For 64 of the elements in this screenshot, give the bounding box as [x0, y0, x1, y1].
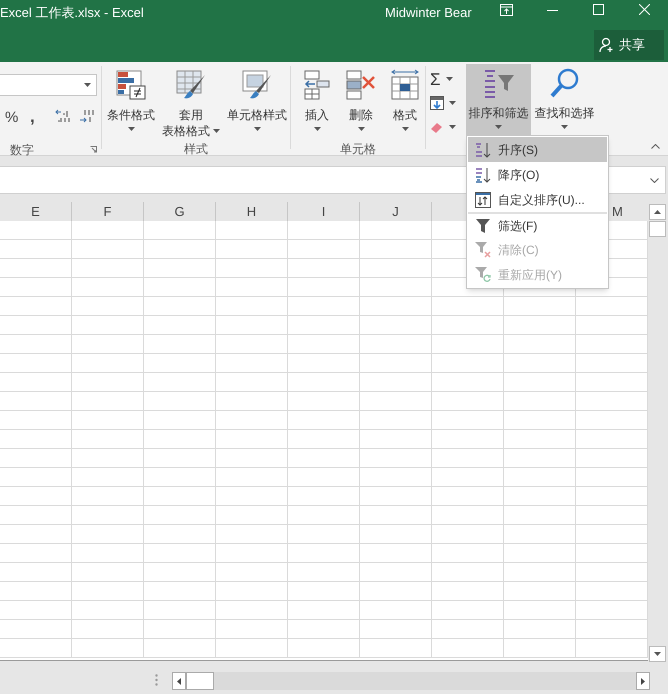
caret-icon	[314, 127, 320, 131]
table-brush-icon	[175, 69, 207, 101]
group-label: 样式	[183, 141, 209, 158]
group-label: 单元格	[339, 141, 377, 158]
ribbon-button[interactable]: 删除	[343, 66, 379, 140]
menu-item[interactable]: 筛选(F)	[468, 212, 607, 237]
format-cells-icon	[390, 69, 420, 101]
caret-icon	[254, 127, 260, 131]
share-button[interactable]: 共享	[594, 30, 664, 60]
ribbon-button[interactable]: 条件格式	[105, 66, 157, 140]
caret-icon	[402, 127, 408, 131]
increase-decimal-icon[interactable]	[55, 109, 71, 123]
scroll-right-icon[interactable]	[641, 678, 645, 684]
menu-item[interactable]: 降序(O)	[468, 162, 607, 187]
delete-cells-icon	[345, 69, 377, 101]
scroll-down-icon[interactable]	[654, 652, 661, 656]
clear-filter-icon	[475, 242, 491, 258]
caret-icon	[449, 101, 456, 105]
reapply-filter-icon	[475, 266, 491, 282]
scroll-thumb[interactable]	[186, 672, 214, 690]
sort-descending-icon	[475, 166, 491, 184]
cell-brush-icon	[241, 69, 273, 101]
caret-icon	[213, 129, 220, 133]
horizontal-scrollbar[interactable]	[172, 672, 650, 690]
filter-icon	[476, 218, 490, 232]
ribbon-button[interactable]: 格式	[387, 66, 423, 140]
fill-down-icon	[430, 96, 444, 110]
custom-sort-icon	[475, 192, 491, 208]
close-icon[interactable]	[639, 4, 650, 15]
autosum-button[interactable]: Σ	[430, 68, 466, 90]
group-label: 数字	[10, 142, 34, 159]
ribbon-button[interactable]: 单元格样式	[225, 66, 289, 140]
sort-ascending-icon	[475, 140, 491, 158]
caret-icon	[449, 125, 456, 129]
maximize-icon[interactable]	[593, 4, 604, 15]
dialog-launcher-icon[interactable]	[90, 146, 97, 153]
decrease-decimal-icon[interactable]	[79, 109, 95, 123]
caret-icon	[358, 127, 364, 131]
percent-button[interactable]: %	[5, 107, 18, 130]
comma-button[interactable]: ,	[30, 104, 35, 130]
scroll-thumb[interactable]	[649, 221, 666, 237]
scroll-left-icon[interactable]	[177, 678, 181, 684]
search-icon	[548, 67, 580, 99]
caret-icon	[446, 77, 453, 81]
eraser-icon	[430, 121, 444, 133]
user-name: Midwinter Bear	[385, 4, 472, 22]
insert-cells-icon	[303, 69, 331, 101]
ribbon-display-icon[interactable]	[500, 4, 513, 16]
collapse-ribbon-icon[interactable]	[651, 144, 660, 149]
caret-icon	[495, 125, 502, 129]
conditional-format-icon	[115, 69, 147, 101]
expand-icon	[650, 178, 659, 182]
ribbon-button[interactable]: 插入	[299, 66, 335, 140]
splitter-handle-icon[interactable]	[155, 674, 158, 686]
scroll-up-icon[interactable]	[654, 210, 661, 214]
person-plus-icon	[599, 37, 615, 53]
vertical-scrollbar[interactable]	[649, 204, 666, 662]
menu-item[interactable]: 升序(S)	[468, 137, 607, 162]
caret-icon	[84, 83, 91, 87]
ribbon-button[interactable]: 套用 表格格式	[161, 66, 221, 140]
window-title: Excel 工作表.xlsx - Excel	[0, 4, 144, 22]
menu-item[interactable]: 自定义排序(U)...	[468, 187, 607, 212]
caret-icon	[561, 125, 568, 129]
caret-icon	[128, 127, 134, 131]
